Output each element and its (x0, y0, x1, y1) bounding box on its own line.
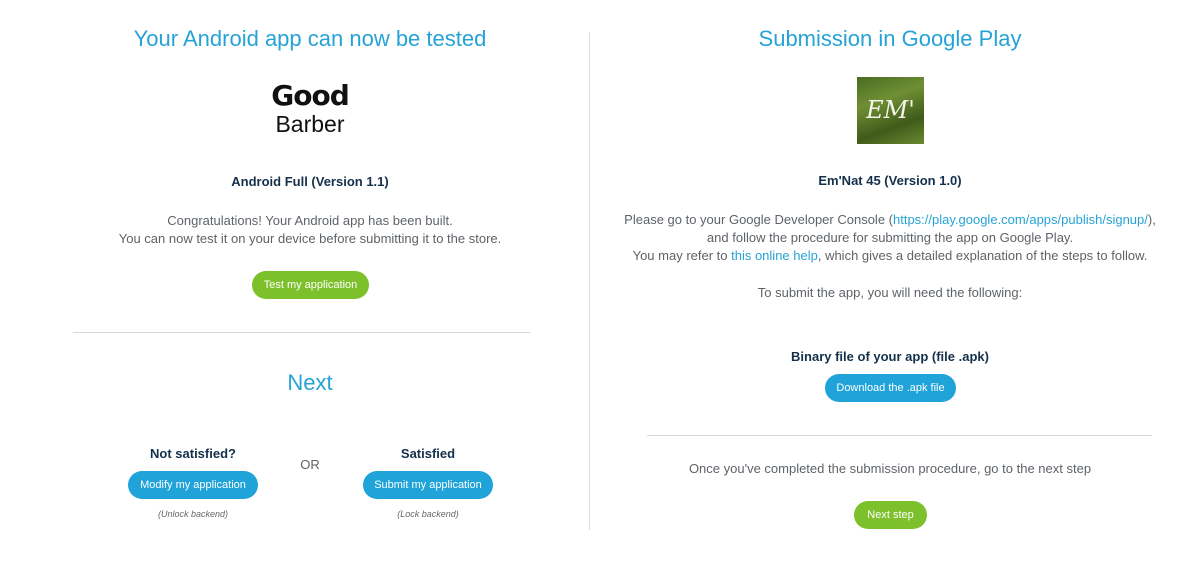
right-title: Submission in Google Play (758, 26, 1022, 51)
line3-prefix: You may refer to (632, 248, 732, 263)
developer-console-link[interactable]: https://play.google.com/apps/publish/sig… (893, 212, 1148, 227)
not-satisfied-label: Not satisfied? (150, 446, 236, 461)
modify-application-button[interactable]: Modify my application (128, 471, 258, 499)
left-separator (73, 332, 530, 333)
build-message-line1: Congratulations! Your Android app has be… (167, 213, 453, 228)
download-apk-button[interactable]: Download the .apk file (825, 374, 956, 402)
submit-application-button[interactable]: Submit my application (363, 471, 493, 499)
logo-line2: Barber (275, 111, 345, 137)
right-separator (647, 435, 1152, 436)
build-message-line2: You can now test it on your device befor… (118, 231, 502, 246)
build-message: Congratulations! Your Android app has be… (60, 212, 560, 248)
requirements-intro: To submit the app, you will need the fol… (757, 285, 1023, 300)
instructions-line1: Please go to your Google Developer Conso… (600, 211, 1180, 229)
line3-suffix: , which gives a detailed explanation of … (817, 248, 1148, 263)
test-application-button[interactable]: Test my application (252, 271, 369, 299)
online-help-link[interactable]: this online help (731, 248, 818, 263)
app-icon: EM' (857, 77, 924, 144)
line1-prefix: Please go to your Google Developer Conso… (624, 212, 893, 227)
next-step-button[interactable]: Next step (854, 501, 927, 529)
next-heading: Next (287, 370, 333, 395)
column-divider (589, 32, 590, 530)
left-version-label: Android Full (Version 1.1) (231, 174, 389, 189)
submission-instructions: Please go to your Google Developer Conso… (600, 211, 1180, 265)
right-version-label: Em'Nat 45 (Version 1.0) (818, 173, 962, 188)
lock-backend-note: (Lock backend) (397, 509, 459, 519)
goodbarber-logo: Good Barber (268, 80, 352, 140)
left-title: Your Android app can now be tested (133, 26, 487, 51)
completion-message: Once you've completed the submission pro… (688, 461, 1092, 476)
or-separator: OR (300, 457, 320, 472)
satisfied-label: Satisfied (400, 446, 456, 461)
logo-line1: Good (271, 79, 350, 112)
unlock-backend-note: (Unlock backend) (157, 509, 229, 519)
line1-suffix: ), (1147, 212, 1156, 227)
binary-file-label: Binary file of your app (file .apk) (791, 349, 989, 364)
instructions-line2: and follow the procedure for submitting … (706, 230, 1074, 245)
instructions-line3: You may refer to this online help, which… (600, 247, 1180, 265)
